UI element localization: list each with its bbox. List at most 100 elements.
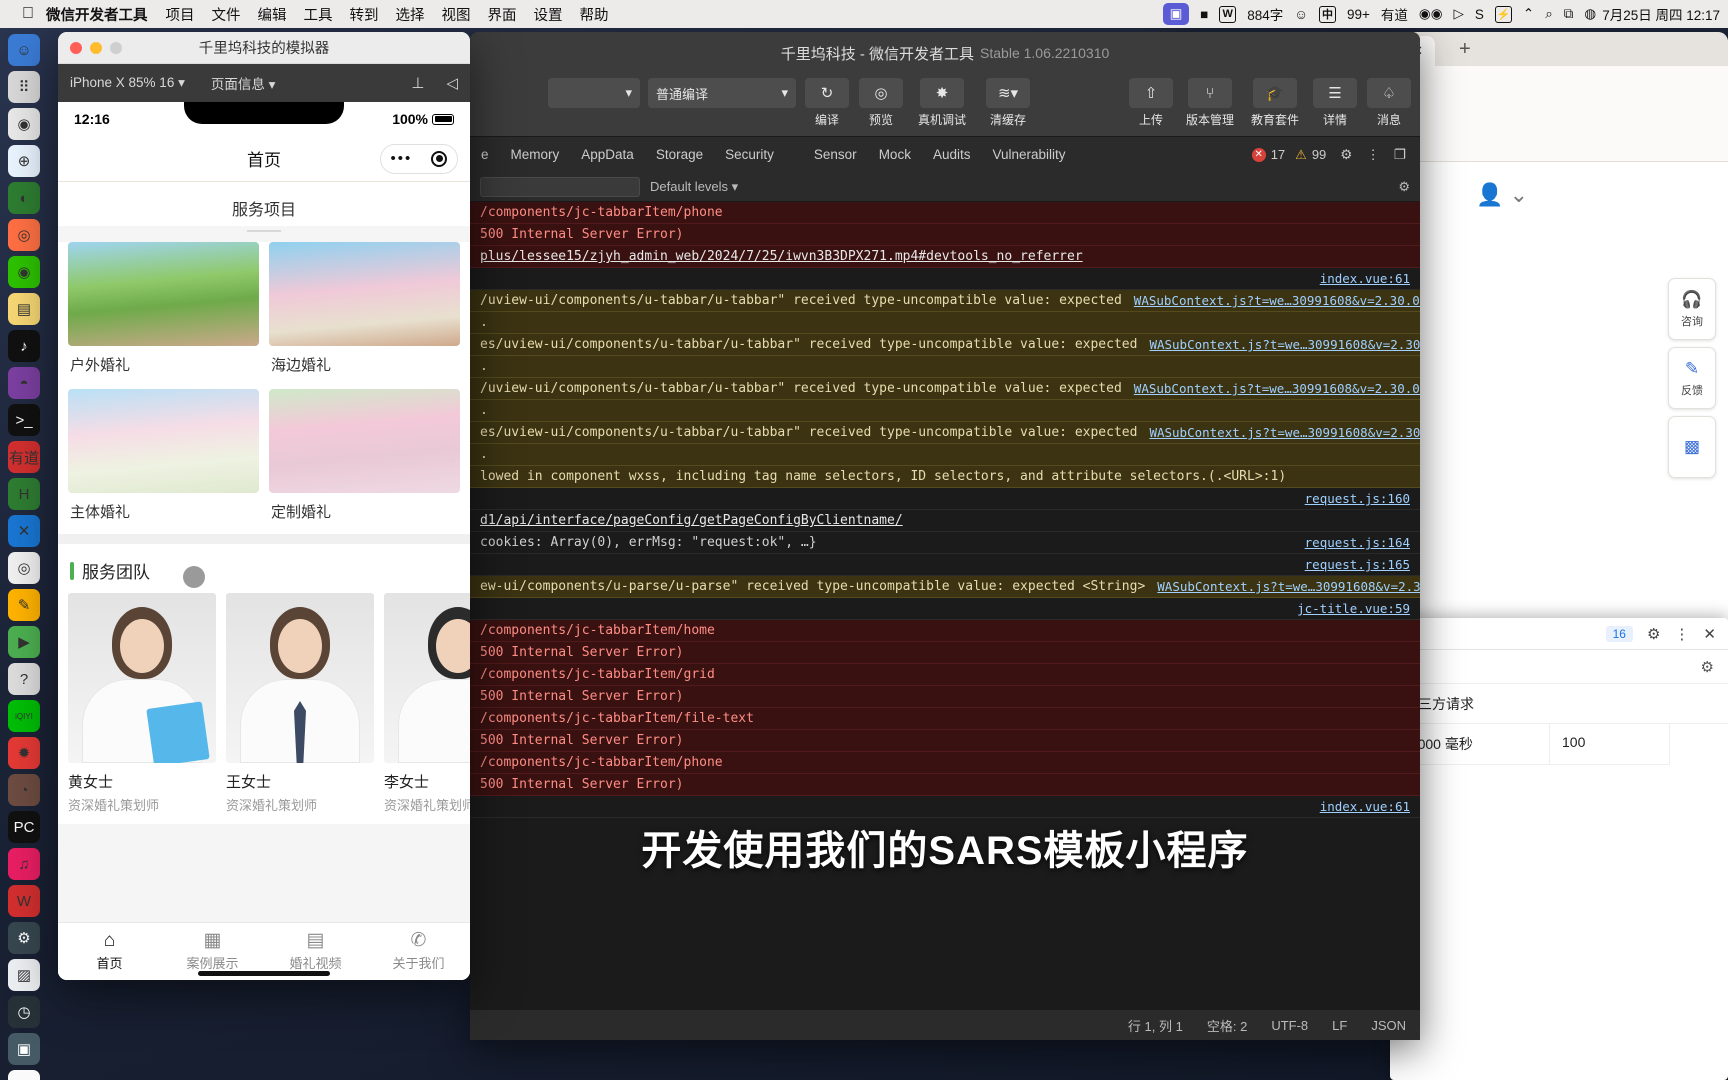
console-log-row[interactable]: cookies: Array(0), errMsg: "request:ok",…	[470, 532, 1420, 554]
help-icon[interactable]: ?	[8, 663, 40, 695]
wechat-devtools-window[interactable]: 千里坞科技 - 微信开发者工具 Stable 1.06.2210310 ▾ 普通…	[470, 32, 1420, 1040]
console-log-row[interactable]: lowed in component wxss, including tag n…	[470, 466, 1420, 488]
console-log-row[interactable]: /components/jc-tabbarItem/phone	[470, 752, 1420, 774]
console-log-row[interactable]: .	[470, 444, 1420, 466]
console-log-row[interactable]: 500 Internal Server Error)	[470, 642, 1420, 664]
menu-item-goto[interactable]: 转到	[350, 4, 379, 25]
close-icon[interactable]: ✕	[1703, 625, 1716, 643]
team-list[interactable]: 黄女士 资深婚礼策划师 王女士 资深婚礼策划师 李女士 资深婚礼策划师	[58, 593, 470, 824]
console-log-row[interactable]: 500 Internal Server Error)	[470, 730, 1420, 752]
console-log-row[interactable]: es/uview-ui/components/u-tabbar/u-tabbar…	[470, 334, 1420, 356]
upload-button[interactable]: ⇧ 上传	[1128, 78, 1174, 128]
console-log-row[interactable]: .	[470, 356, 1420, 378]
more-icon[interactable]: •••	[391, 150, 413, 167]
word-count[interactable]: 884字	[1247, 4, 1283, 24]
menu-item-select[interactable]: 选择	[396, 4, 425, 25]
more-vertical-icon[interactable]: ⋮	[1366, 147, 1380, 163]
console-log-row[interactable]: index.vue:61	[470, 268, 1420, 290]
wechat-icon[interactable]: ◉◉	[1419, 6, 1443, 22]
wps-icon[interactable]: W	[8, 885, 40, 917]
console-log-row[interactable]: es/uview-ui/components/u-tabbar/u-tabbar…	[470, 422, 1420, 444]
qrcode-button[interactable]: ▩	[1668, 416, 1716, 478]
chrome-icon[interactable]: ◉	[8, 108, 40, 140]
console-log-row[interactable]: plus/lessee15/zjyh_admin_web/2024/7/25/i…	[470, 246, 1420, 268]
service-card[interactable]: 定制婚礼	[269, 389, 460, 526]
screenshot-icon[interactable]: ▣	[8, 1033, 40, 1065]
clear-cache-button[interactable]: ≋▾ 清缓存	[980, 78, 1036, 128]
smiley-icon[interactable]: ☺	[1294, 7, 1308, 22]
tab-videos[interactable]: ▤ 婚礼视频	[264, 931, 367, 972]
steam-icon[interactable]: ⚙	[8, 922, 40, 954]
menu-item-edit[interactable]: 编辑	[258, 4, 287, 25]
education-kit-button[interactable]: 🎓 教育套件	[1246, 78, 1304, 128]
console-log-row[interactable]: /components/jc-tabbarItem/phone	[470, 202, 1420, 224]
preview-button[interactable]: ◎ 预览	[858, 78, 904, 128]
dock[interactable]: ☺⠿◉⊕◐◎◉▤♪◓>_有道H✕◎✎▶?iQIYI✹◔PC♫W⚙▨◷▣▭🗑	[4, 34, 44, 1080]
console-log-row[interactable]: ew-ui/components/u-parse/u-parse" receiv…	[470, 576, 1420, 598]
settings-gear-icon[interactable]: ⚙	[1647, 625, 1660, 643]
console-log-row[interactable]: /components/jc-tabbarItem/home	[470, 620, 1420, 642]
pages-icon[interactable]: ▭	[8, 1070, 40, 1080]
dock-icon[interactable]: ❐	[1394, 147, 1406, 163]
menu-item-tools[interactable]: 工具	[304, 4, 333, 25]
vlc-icon[interactable]: ▶	[8, 626, 40, 658]
safari-icon[interactable]: ⊕	[8, 145, 40, 177]
list-item[interactable]: 黄女士 资深婚礼策划师	[68, 593, 216, 814]
wifi-icon[interactable]: ⌃	[1523, 6, 1534, 22]
compile-mode-select[interactable]: 普通编译 ▾	[648, 78, 796, 108]
log-source-link[interactable]: WASubContext.js?t=we…30991608&v=2.30.0:1	[1149, 425, 1420, 440]
wps-icon[interactable]: W	[1219, 5, 1237, 23]
tab-memory[interactable]: Memory	[500, 147, 571, 162]
console-log-row[interactable]: 500 Internal Server Error)	[470, 774, 1420, 796]
music-icon[interactable]: ♪	[8, 330, 40, 362]
compile-button[interactable]: ↻ 编译	[804, 78, 850, 128]
warning-count[interactable]: ⚠ 99	[1295, 147, 1326, 163]
preview-icon[interactable]: ▨	[8, 959, 40, 991]
encoding[interactable]: UTF-8	[1271, 1018, 1308, 1033]
wechat2-icon[interactable]: ◔	[8, 774, 40, 806]
sogou-icon[interactable]: S	[1475, 7, 1484, 22]
new-tab-icon[interactable]: +	[1459, 38, 1471, 61]
simulator-window[interactable]: 千里坞科技的模拟器 iPhone X 85% 16 ▾ 页面信息 ▾ ⊥ ◁ 1…	[58, 32, 470, 980]
menu-app-title[interactable]: 微信开发者工具	[46, 4, 148, 25]
tab-home[interactable]: ⌂ 首页	[58, 931, 161, 972]
vscode-icon[interactable]: ✕	[8, 515, 40, 547]
notification-icon[interactable]: 99+	[1347, 7, 1370, 22]
finder-icon[interactable]: ☺	[8, 34, 40, 66]
input-method-icon[interactable]: 中	[1319, 5, 1337, 23]
youdao-icon[interactable]: 有道	[8, 441, 40, 473]
menu-datetime[interactable]: 7月25日 周四 12:17	[1602, 4, 1720, 24]
battery-icon[interactable]: ⚡	[1494, 5, 1512, 23]
console-log-row[interactable]: /components/jc-tabbarItem/file-text	[470, 708, 1420, 730]
console-log-row[interactable]: jc-title.vue:59	[470, 598, 1420, 620]
consult-button[interactable]: 🎧 咨询	[1668, 278, 1716, 340]
scroll-knob[interactable]	[183, 566, 205, 588]
service-card[interactable]: 户外婚礼	[68, 242, 259, 379]
tab-sensor[interactable]: Sensor	[803, 147, 868, 162]
tab-cases[interactable]: ▦ 案例展示	[161, 931, 264, 972]
mp-content[interactable]: 服务项目 户外婚礼 海边婚礼 主体婚礼 定制婚礼 服务团队 黄女士 资深婚礼策划…	[58, 182, 470, 922]
log-source-link[interactable]: jc-title.vue:59	[1297, 601, 1410, 616]
wechat-capsule[interactable]: •••	[380, 143, 458, 174]
terminal-icon[interactable]: >_	[8, 404, 40, 436]
settings-gear-icon[interactable]: ⚙	[1340, 147, 1352, 163]
feedback-button[interactable]: ✎ 反馈	[1668, 347, 1716, 409]
sound-icon[interactable]: ◁	[446, 74, 458, 92]
version-control-button[interactable]: ⑂ 版本管理	[1182, 78, 1238, 128]
search-icon[interactable]: ⌕	[1545, 6, 1553, 22]
xcode-icon[interactable]: ◎	[8, 552, 40, 584]
console-log-list[interactable]: /components/jc-tabbarItem/phone 500 Inter…	[470, 202, 1420, 1010]
screen-share-icon[interactable]: ▣	[1163, 3, 1190, 25]
indent-setting[interactable]: 空格: 2	[1207, 1016, 1247, 1035]
console-log-row[interactable]: .	[470, 312, 1420, 334]
fire-icon[interactable]: ✹	[8, 737, 40, 769]
tab-storage[interactable]: Storage	[645, 147, 714, 162]
sketch-icon[interactable]: ✎	[8, 589, 40, 621]
log-source-link[interactable]: WASubContext.js?t=we…30991608&v=2.30.0:1	[1134, 293, 1420, 308]
default-levels-select[interactable]: Default levels ▾	[650, 179, 738, 195]
service-card[interactable]: 海边婚礼	[269, 242, 460, 379]
pycharm-icon[interactable]: PC	[8, 811, 40, 843]
language-mode[interactable]: JSON	[1371, 1018, 1406, 1033]
device-select[interactable]: iPhone X 85% 16 ▾	[70, 75, 185, 91]
launchpad-icon[interactable]: ⠿	[8, 71, 40, 103]
